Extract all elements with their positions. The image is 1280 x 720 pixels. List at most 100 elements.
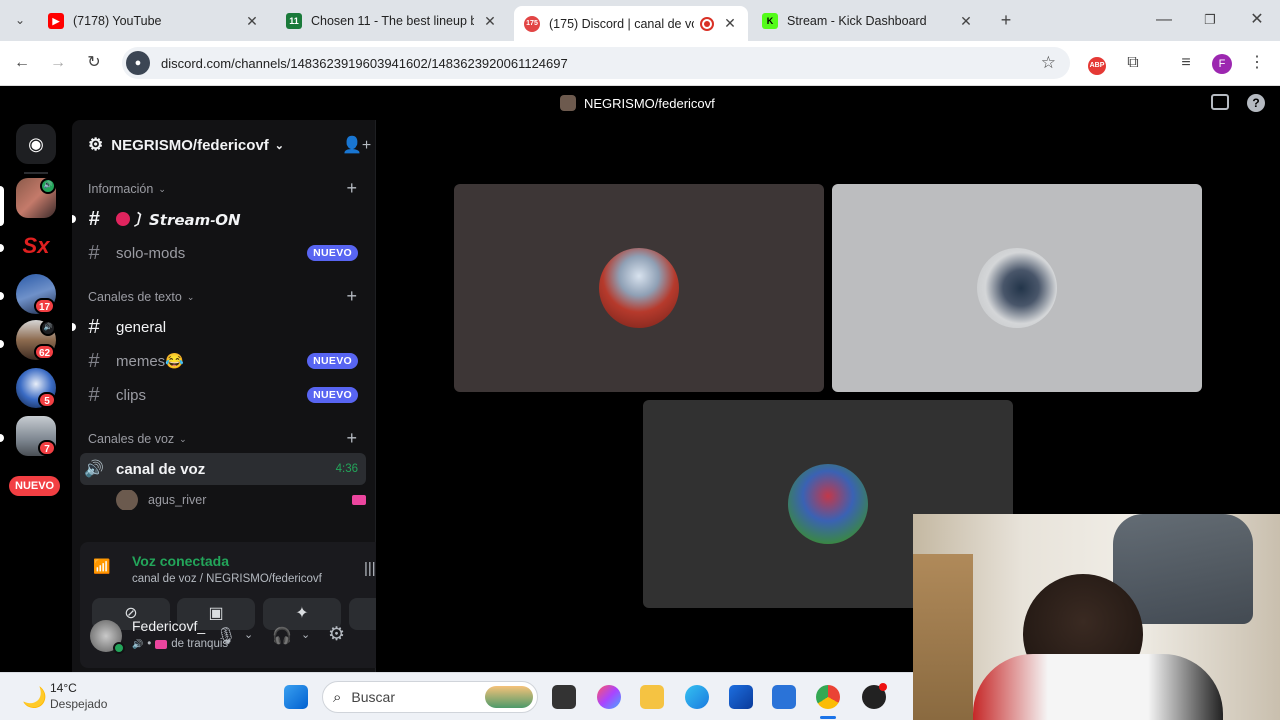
mic-options-chevron-icon[interactable]: ⌄ (244, 628, 253, 641)
back-icon[interactable]: ← (11, 52, 33, 74)
file-explorer-icon[interactable] (640, 685, 664, 709)
recording-dot-icon (879, 683, 887, 691)
voice-timer: 4:36 (335, 463, 358, 475)
text-channel-icon: # (88, 207, 100, 230)
close-tab-icon[interactable]: ✕ (244, 13, 260, 30)
channel-solo-mods[interactable]: # solo-mods NUEVO (80, 237, 366, 269)
restore-icon[interactable]: ❐ (1199, 9, 1221, 31)
site-info-icon[interactable]: ● (126, 51, 150, 75)
activity-icon (352, 495, 366, 505)
browser-menu-icon[interactable]: ⋮ (1246, 52, 1268, 74)
audio-options-chevron-icon[interactable]: ⌄ (301, 628, 310, 641)
tab-kick[interactable]: K Stream - Kick Dashboard ✕ (752, 6, 984, 36)
help-icon[interactable]: ? (1247, 94, 1265, 112)
recording-indicator-icon (700, 16, 714, 31)
bookmark-star-icon[interactable]: ☆ (1041, 53, 1056, 73)
unread-indicator (72, 323, 76, 331)
speaker-icon: 🔊 (132, 638, 144, 649)
user-settings-gear-icon[interactable]: ⚙ (328, 623, 345, 646)
voice-status[interactable]: Voz conectada (132, 553, 229, 569)
category-texto[interactable]: Canales de texto ⌄ (88, 290, 194, 304)
participant-tile[interactable] (832, 184, 1202, 392)
tab-title: Chosen 11 - The best lineup bu (311, 14, 474, 28)
extensions-icon[interactable]: ⧉ (1122, 52, 1144, 74)
add-channel-icon[interactable]: + (346, 428, 357, 449)
tab-title: (175) Discord | canal de voz (549, 16, 694, 31)
server-header[interactable]: ⚙ NEGRISMO/federicovf ⌄ (88, 135, 284, 155)
adblock-icon[interactable]: ABP (1086, 52, 1108, 75)
participant-tile[interactable] (454, 184, 824, 392)
weather-temp[interactable]: 14°C (50, 681, 77, 695)
search-highlight-image (485, 686, 533, 708)
mail-icon[interactable] (772, 685, 796, 709)
category-voz[interactable]: Canales de voz ⌄ (88, 432, 187, 446)
chosen11-icon: 11 (286, 13, 302, 29)
tab-youtube[interactable]: ▶ (7178) YouTube ✕ (38, 6, 270, 36)
inbox-icon[interactable] (1211, 94, 1229, 110)
close-tab-icon[interactable]: ✕ (482, 13, 498, 30)
noise-suppression-icon[interactable]: ||| (364, 560, 376, 577)
channel-general[interactable]: # general (80, 311, 366, 343)
channel-stream-on[interactable]: # 〕𝙎𝙩𝙧𝙚𝙖𝙢-𝙊𝙉 (80, 203, 366, 235)
headphones-icon[interactable]: 🎧 (272, 626, 292, 646)
close-window-icon[interactable]: ✕ (1246, 9, 1268, 31)
edge-icon[interactable] (685, 685, 709, 709)
participant-avatar (788, 464, 868, 544)
signal-icon[interactable]: 📶 (93, 558, 111, 576)
profile-avatar[interactable]: F (1211, 52, 1233, 74)
webcam-shelf (913, 554, 973, 720)
add-channel-icon[interactable]: + (346, 286, 357, 307)
mention-badge: 17 (34, 298, 56, 314)
voice-channel-canal-de-voz[interactable]: 🔊 canal de voz 4:36 (80, 453, 366, 485)
kick-icon: K (762, 13, 778, 29)
voice-member-agus-river[interactable]: agus_river (116, 490, 366, 510)
tab-title: (7178) YouTube (73, 14, 162, 28)
dot-separator: • (147, 638, 152, 650)
tab-search-chevron-icon[interactable]: ⌄ (9, 9, 31, 31)
taskbar-search[interactable]: ⌕ Buscar (322, 681, 538, 713)
add-channel-icon[interactable]: + (346, 178, 357, 199)
close-tab-icon[interactable]: ✕ (958, 13, 974, 30)
microsoft-store-icon[interactable] (729, 685, 753, 709)
search-placeholder: Buscar (351, 689, 395, 705)
discord-icon: 175 (524, 15, 540, 32)
invite-people-icon[interactable]: 👤+ (342, 135, 371, 155)
forward-icon[interactable]: → (47, 52, 69, 74)
address-bar[interactable]: ● discord.com/channels/14836239196039416… (122, 47, 1070, 79)
channel-name: 〕𝙎𝙩𝙧𝙚𝙖𝙢-𝙊𝙉 (134, 211, 241, 229)
screen-share-icon: ▣ (208, 605, 224, 622)
server-list: ◉ 🔊 Sx 17 🔊 62 5 7 NUEVO (0, 120, 72, 672)
tab-title: Stream - Kick Dashboard (787, 14, 927, 28)
media-controls-icon[interactable]: ≡ (1175, 52, 1197, 74)
category-informacion[interactable]: Información ⌄ (88, 182, 166, 196)
new-badge: NUEVO (307, 353, 358, 369)
chevron-down-icon: ⌄ (274, 139, 284, 152)
windows-start-icon[interactable] (284, 685, 308, 709)
minimize-icon[interactable]: — (1153, 9, 1175, 31)
channel-name: clips (116, 386, 147, 404)
channel-name: canal de voz (116, 460, 206, 478)
voice-location[interactable]: canal de voz / NEGRISMO/federicovf (132, 573, 322, 585)
copilot-icon[interactable] (597, 685, 621, 709)
task-view-icon[interactable] (552, 685, 576, 709)
channel-memes[interactable]: # memes😂 NUEVO (80, 345, 366, 377)
tab-discord[interactable]: 175 (175) Discord | canal de voz ✕ (514, 6, 748, 41)
tab-chosen11[interactable]: 11 Chosen 11 - The best lineup bu ✕ (276, 6, 508, 36)
microphone-icon[interactable]: 🎙 (216, 626, 236, 646)
username[interactable]: Federicovf_ (132, 618, 205, 634)
chrome-icon[interactable] (816, 685, 840, 709)
guild-sx[interactable]: Sx (16, 226, 56, 266)
new-unreads-pill[interactable]: NUEVO (9, 476, 61, 496)
new-tab-icon[interactable]: + (995, 9, 1017, 31)
close-tab-icon[interactable]: ✕ (722, 15, 738, 32)
channel-clips[interactable]: # clips NUEVO (80, 379, 366, 411)
reload-icon[interactable]: ↻ (83, 52, 105, 74)
activity-icon (155, 639, 168, 649)
mention-badge: 62 (34, 344, 56, 360)
weather-desc[interactable]: Despejado (50, 697, 107, 711)
weather-moon-icon[interactable]: 🌙 (22, 685, 47, 710)
browser-toolbar: ← → ↻ ● discord.com/channels/14836239196… (0, 41, 1280, 86)
top-bar-title: NEGRISMO/federicovf (584, 96, 715, 111)
discord-home-icon[interactable]: ◉ (16, 124, 56, 164)
adblock-label: ABP (1088, 57, 1106, 75)
